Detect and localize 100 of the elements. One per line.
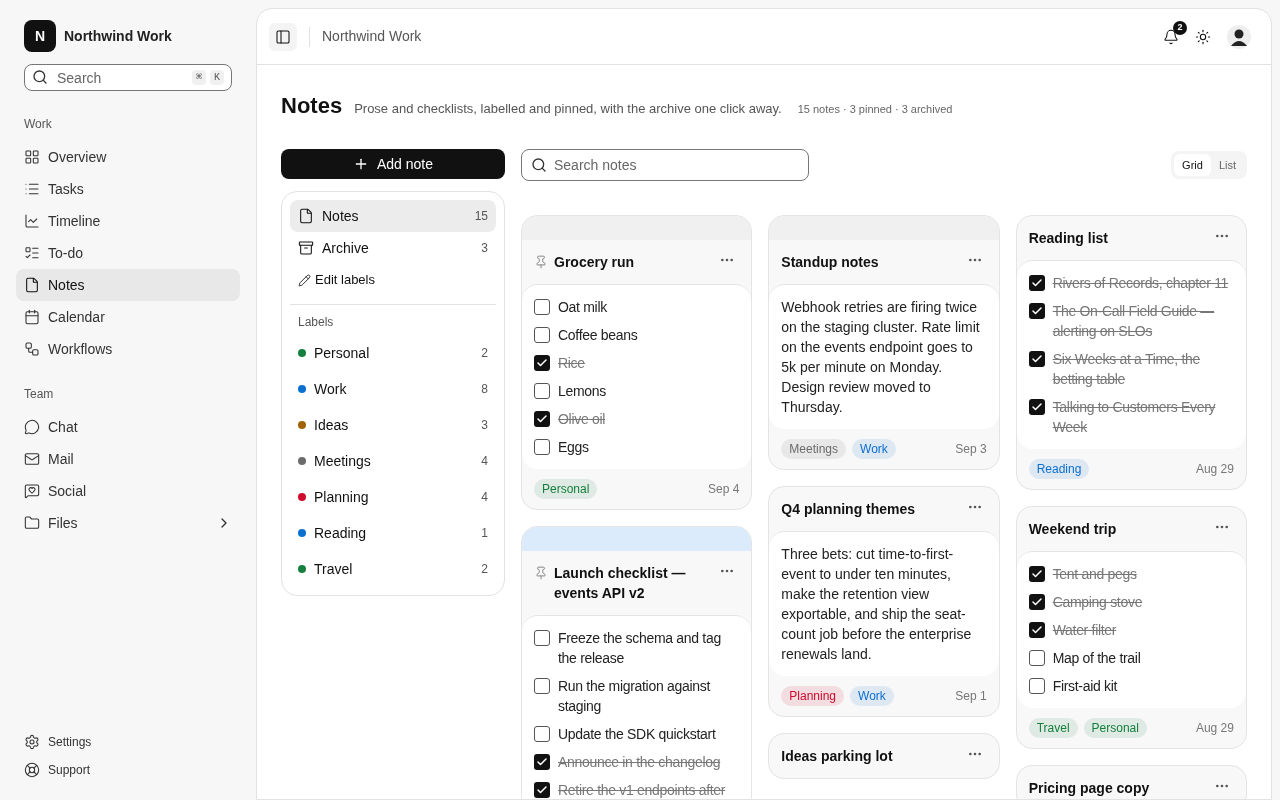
settings-icon	[24, 734, 40, 750]
nav-item[interactable]: Workflows	[16, 333, 240, 365]
checklist-item: Rivers of Records, chapter 11	[1052, 274, 1229, 293]
nav-item[interactable]: Tasks	[16, 173, 240, 205]
nav-item[interactable]: Files	[16, 507, 240, 539]
notes-search-field[interactable]: Search notes	[521, 149, 809, 181]
checklist-item: Oat milk	[558, 298, 607, 317]
checklist-item: Update the SDK quickstart	[558, 725, 716, 744]
checklist-item: Olive oil	[558, 410, 606, 429]
checkbox[interactable]	[1028, 351, 1045, 367]
label-tag: Work	[850, 686, 894, 706]
section-heading: Work	[23, 116, 53, 133]
breadcrumb[interactable]: Northwind Work	[322, 26, 422, 47]
label-item[interactable]: Ideas 3	[290, 407, 496, 443]
label-tag: Travel	[1028, 718, 1078, 738]
checkbox[interactable]	[1028, 650, 1045, 666]
filter-item[interactable]: Notes 15	[290, 200, 496, 232]
nav-item[interactable]: Mail	[16, 443, 240, 475]
note-text: Webhook retries are firing twice on the staging cluster. Rate limit on the events endpoint goes to 5k per minute on Monday. Design review moved to Thursday.	[781, 298, 981, 417]
filter-item[interactable]: Archive 3	[290, 232, 496, 264]
checkbox[interactable]	[534, 630, 550, 646]
checkbox[interactable]	[534, 782, 550, 798]
checkbox[interactable]	[1028, 399, 1045, 415]
add-note-button[interactable]: Add note	[281, 149, 505, 179]
footer-link[interactable]: Settings	[16, 728, 240, 756]
checkbox[interactable]	[534, 411, 550, 427]
checkbox[interactable]	[534, 327, 550, 343]
search-icon	[531, 157, 547, 173]
heart-bubble-icon	[24, 483, 40, 499]
checklist-item: Freeze the schema and tag the release	[558, 629, 722, 668]
archive-icon	[298, 240, 314, 256]
checklist-item: The On-Call Field Guide — alerting on SLOs	[1052, 302, 1216, 341]
checkbox[interactable]	[1028, 594, 1045, 610]
label-tag: Planning	[781, 686, 845, 706]
page-title: Notes	[281, 92, 343, 120]
notification-bell-icon[interactable]	[1163, 28, 1179, 45]
checkbox[interactable]	[1028, 303, 1045, 319]
note-title: Grocery run	[554, 253, 636, 272]
lifebuoy-icon	[24, 762, 40, 778]
checkbox[interactable]	[534, 726, 550, 742]
label-item[interactable]: Meetings 4	[290, 443, 496, 479]
footer-link[interactable]: Support	[16, 756, 240, 784]
view-option[interactable]: List	[1210, 153, 1244, 177]
checklist-item: Six Weeks at a Time, the betting table	[1052, 350, 1202, 389]
checklist-item: Lemons	[558, 382, 606, 401]
avatar[interactable]	[1227, 24, 1251, 49]
label-item[interactable]: Travel 2	[290, 551, 496, 587]
nav-item[interactable]: Social	[16, 475, 240, 507]
sidebar-icon	[275, 28, 291, 45]
nav-item[interactable]: Overview	[16, 141, 240, 173]
nav-item[interactable]: Notes	[16, 269, 240, 301]
checkbox[interactable]	[534, 383, 550, 399]
note-date: Sep 3	[955, 441, 987, 458]
nav-item[interactable]: To-do	[16, 237, 240, 269]
checkbox[interactable]	[534, 754, 550, 770]
label-item[interactable]: Planning 4	[290, 479, 496, 515]
checkbox[interactable]	[1028, 566, 1045, 582]
checklist-item: Tent and pegs	[1052, 565, 1137, 584]
label-item[interactable]: Reading 1	[290, 515, 496, 551]
check-icon	[536, 784, 548, 796]
check-icon	[1030, 596, 1043, 608]
checklist-item: Talking to Customers Every Week	[1052, 398, 1217, 437]
note-date: Sep 4	[707, 481, 740, 498]
checkbox[interactable]	[1028, 678, 1045, 694]
checkbox[interactable]	[534, 678, 550, 694]
checkbox[interactable]	[1028, 622, 1045, 638]
label-item[interactable]: Personal 2	[290, 335, 496, 371]
workspace-logo: N	[24, 20, 56, 52]
labels-heading: Labels	[297, 314, 335, 331]
label-tag: Work	[852, 439, 896, 459]
label-tag: Reading	[1028, 459, 1090, 479]
checklist-item: Announce in the changelog	[558, 753, 721, 772]
note-stats: 15 notes · 3 pinned · 3 archived	[797, 102, 953, 117]
note-title: Q4 planning themes	[781, 500, 917, 519]
sun-icon[interactable]	[1195, 28, 1211, 45]
note-date: Aug 29	[1195, 461, 1234, 478]
note-title: Weekend trip	[1028, 520, 1118, 539]
label-tag: Meetings	[781, 439, 847, 459]
checkbox[interactable]	[534, 355, 550, 371]
grid-icon	[24, 149, 40, 165]
note-title: Pricing page copy	[1028, 779, 1151, 798]
nav-item[interactable]: Chat	[16, 411, 240, 443]
mail-icon	[24, 451, 40, 467]
workspace-name: Northwind Work	[64, 26, 172, 46]
sidebar-toggle[interactable]	[269, 22, 297, 51]
label-tag: Personal	[534, 479, 598, 499]
section-heading: Team	[23, 386, 55, 403]
nav-item[interactable]: Timeline	[16, 205, 240, 237]
view-option[interactable]: Grid	[1174, 153, 1211, 177]
note-title: Reading list	[1028, 229, 1109, 248]
checkbox[interactable]	[534, 439, 550, 455]
check-icon	[1030, 353, 1043, 365]
note-title: Standup notes	[781, 253, 880, 272]
edit-labels-link[interactable]: Edit labels	[290, 264, 496, 296]
label-item[interactable]: Work 8	[290, 371, 496, 407]
checkbox[interactable]	[534, 299, 550, 315]
check-icon	[1030, 568, 1043, 580]
check-icon	[536, 413, 548, 425]
nav-item[interactable]: Calendar	[16, 301, 240, 333]
checkbox[interactable]	[1028, 275, 1045, 291]
